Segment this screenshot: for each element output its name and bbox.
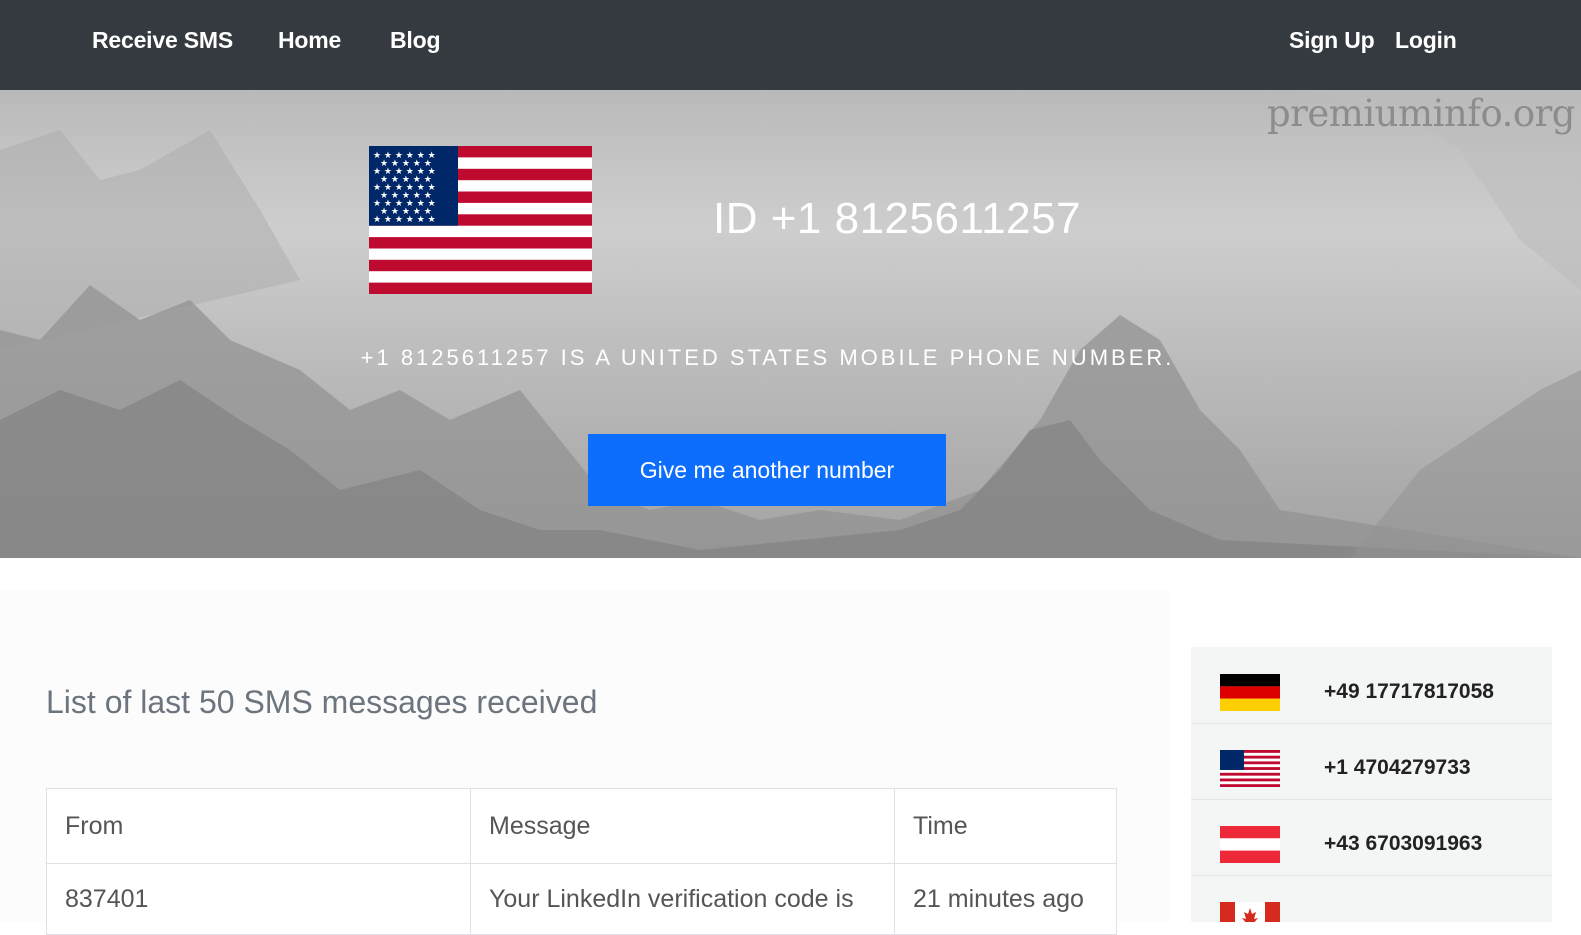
- svg-text:★ ★ ★ ★ ★ ★: ★ ★ ★ ★ ★ ★: [373, 215, 436, 225]
- sidebar-number-label: +43 6703091963: [1324, 832, 1483, 855]
- hero-banner: premiuminfo.org ★ ★ ★ ★ ★ ★ ★ ★ ★ ★ ★ ★ …: [0, 90, 1581, 558]
- table-header-row: From Message Time: [46, 788, 1117, 864]
- nav-home-link[interactable]: Home: [278, 27, 341, 54]
- watermark-text: premiuminfo.org: [1267, 92, 1576, 135]
- brand-link[interactable]: Receive SMS: [92, 27, 233, 54]
- sms-messages-table: From Message Time 837401 Your LinkedIn v…: [46, 788, 1117, 935]
- us-flag-icon: ★ ★ ★ ★ ★ ★ ★ ★ ★ ★ ★ ★ ★ ★ ★ ★ ★ ★ ★ ★ …: [369, 146, 592, 294]
- sidebar-number-canada[interactable]: [1191, 875, 1552, 922]
- message-time: 21 minutes ago: [894, 863, 1117, 935]
- messages-list-title: List of last 50 SMS messages received: [46, 684, 598, 720]
- message-text: Your LinkedIn verification code is: [470, 863, 895, 935]
- sidebar-number-us[interactable]: +1 4704279733: [1191, 723, 1552, 800]
- us-flag-icon: [1220, 750, 1280, 787]
- another-number-button[interactable]: Give me another number: [588, 434, 946, 506]
- sidebar-number-label: +49 17717817058: [1324, 680, 1494, 703]
- sidebar-number-germany[interactable]: +49 17717817058: [1191, 647, 1552, 724]
- nav-login-link[interactable]: Login: [1395, 27, 1457, 54]
- phone-id-heading: ID +1 8125611257: [713, 194, 1082, 243]
- germany-flag-icon: [1220, 674, 1280, 711]
- canada-flag-icon: [1220, 902, 1280, 922]
- top-navbar: Receive SMS Home Blog Sign Up Login: [0, 0, 1581, 90]
- other-numbers-sidebar: +49 17717817058 +1 4704279733 +43 670309…: [1191, 647, 1552, 922]
- table-row: 837401 Your LinkedIn verification code i…: [46, 863, 1117, 935]
- nav-signup-link[interactable]: Sign Up: [1289, 27, 1375, 54]
- message-from: 837401: [46, 863, 471, 935]
- column-header-from: From: [46, 788, 471, 864]
- column-header-message: Message: [470, 788, 895, 864]
- phone-description: +1 8125611257 is a United States mobile …: [360, 345, 1175, 370]
- nav-blog-link[interactable]: Blog: [390, 27, 441, 54]
- sidebar-number-label: +1 4704279733: [1324, 756, 1471, 779]
- sidebar-number-austria[interactable]: +43 6703091963: [1191, 799, 1552, 876]
- column-header-time: Time: [894, 788, 1117, 864]
- austria-flag-icon: [1220, 826, 1280, 863]
